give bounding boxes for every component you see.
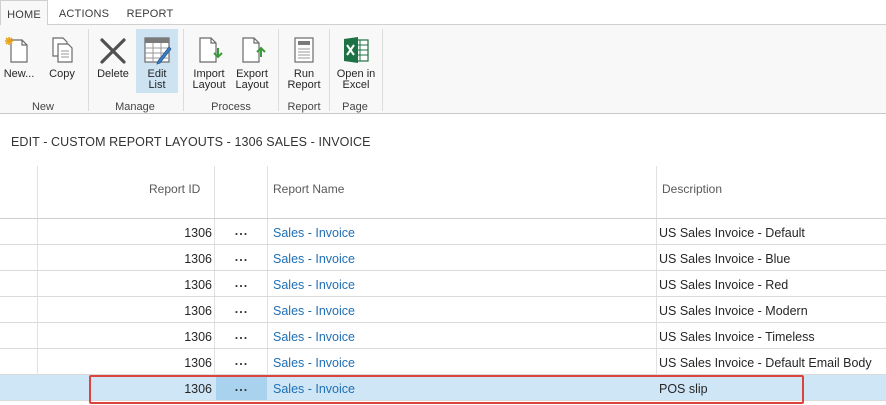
- group-separator: [382, 29, 383, 111]
- table-row[interactable]: 1306... Sales - Invoice US Sales Invoice -…: [0, 219, 886, 245]
- row-actions-ellipsis-icon[interactable]: ...: [216, 349, 267, 374]
- edit-list-button[interactable]: Edit List: [136, 29, 178, 93]
- copy-icon: [52, 37, 73, 63]
- report-id-cell: 1306: [184, 304, 212, 318]
- table-row[interactable]: 1306... Sales - Invoice US Sales Invoice -…: [0, 245, 886, 271]
- export-layout-button[interactable]: Export Layout: [231, 29, 273, 93]
- open-in-excel-label-line2: Excel: [342, 79, 370, 91]
- export-layout-icon: [242, 37, 266, 63]
- copy-button-label: Copy: [49, 68, 75, 80]
- report-name-link[interactable]: Sales - Invoice: [273, 245, 653, 270]
- import-layout-label-line2: Layout: [192, 79, 226, 91]
- new-document-icon: [5, 37, 28, 63]
- group-separator: [183, 29, 184, 111]
- export-layout-label: Export Layout: [231, 69, 273, 91]
- group-separator: [88, 29, 89, 111]
- tab-report[interactable]: REPORT: [120, 0, 180, 24]
- selected-row-highlight: [89, 375, 804, 404]
- description-cell[interactable]: US Sales Invoice - Default: [659, 219, 885, 244]
- import-layout-button[interactable]: Import Layout: [188, 29, 230, 93]
- group-label-report: Report: [287, 101, 321, 113]
- ribbon-tabs: HOME ACTIONS REPORT: [0, 0, 886, 25]
- row-actions-ellipsis-icon[interactable]: ...: [216, 219, 267, 244]
- group-separator: [278, 29, 279, 111]
- edit-list-icon: [144, 37, 172, 65]
- open-in-excel-button[interactable]: Open in Excel: [332, 29, 380, 93]
- report-id-cell: 1306: [184, 252, 212, 266]
- group-label-page: Page: [342, 101, 368, 113]
- report-name-link[interactable]: Sales - Invoice: [273, 271, 653, 296]
- table-row[interactable]: 1306... Sales - Invoice US Sales Invoice -…: [0, 271, 886, 297]
- table-row[interactable]: 1306... Sales - Invoice US Sales Invoice -…: [0, 323, 886, 349]
- delete-button[interactable]: Delete: [92, 29, 134, 93]
- run-report-button[interactable]: Run Report: [282, 29, 326, 93]
- group-label-new: New: [31, 101, 54, 113]
- row-actions-ellipsis-icon[interactable]: ...: [216, 297, 267, 322]
- report-id-cell: 1306: [184, 226, 212, 240]
- description-cell[interactable]: US Sales Invoice - Timeless: [659, 323, 885, 348]
- new-button-label: New...: [3, 68, 35, 80]
- new-button[interactable]: New...: [0, 29, 38, 93]
- edit-list-label-line2: List: [148, 79, 166, 91]
- delete-x-icon: [100, 38, 126, 64]
- group-separator: [329, 29, 330, 111]
- row-actions-ellipsis-icon[interactable]: ...: [216, 245, 267, 270]
- run-report-icon: [294, 37, 314, 63]
- description-cell[interactable]: US Sales Invoice - Modern: [659, 297, 885, 322]
- tab-actions[interactable]: ACTIONS: [52, 0, 116, 24]
- import-layout-icon: [199, 37, 223, 63]
- report-id-cell: 1306: [184, 330, 212, 344]
- open-in-excel-label: Open in Excel: [332, 69, 380, 91]
- table-row[interactable]: 1306... Sales - Invoice US Sales Invoice -…: [0, 297, 886, 323]
- column-header-report-id[interactable]: Report ID: [149, 182, 200, 196]
- delete-button-label: Delete: [97, 68, 129, 80]
- report-name-link[interactable]: Sales - Invoice: [273, 323, 653, 348]
- report-id-cell: 1306: [184, 278, 212, 292]
- export-layout-label-line2: Layout: [235, 79, 269, 91]
- group-label-manage: Manage: [115, 101, 155, 113]
- description-cell[interactable]: US Sales Invoice - Red: [659, 271, 885, 296]
- report-id-cell: 1306: [184, 356, 212, 370]
- excel-icon: [344, 37, 369, 63]
- report-name-link[interactable]: Sales - Invoice: [273, 349, 653, 374]
- description-cell[interactable]: US Sales Invoice - Default Email Body: [659, 349, 885, 374]
- group-label-process: Process: [211, 101, 251, 113]
- row-actions-ellipsis-icon[interactable]: ...: [216, 271, 267, 296]
- column-header-report-name[interactable]: Report Name: [273, 182, 344, 196]
- run-report-label-line2: Report: [287, 79, 321, 91]
- report-name-link[interactable]: Sales - Invoice: [273, 297, 653, 322]
- column-header-description[interactable]: Description: [662, 182, 722, 196]
- row-actions-ellipsis-icon[interactable]: ...: [216, 323, 267, 348]
- table-row[interactable]: 1306... Sales - Invoice US Sales Invoice -…: [0, 349, 886, 375]
- tab-home[interactable]: HOME: [0, 0, 48, 25]
- report-name-link[interactable]: Sales - Invoice: [273, 219, 653, 244]
- import-layout-label: Import Layout: [188, 69, 230, 91]
- description-cell[interactable]: US Sales Invoice - Blue: [659, 245, 885, 270]
- ribbon: New... Copy New Delete Edit List Manage: [0, 24, 886, 114]
- page-title: EDIT - CUSTOM REPORT LAYOUTS - 1306 SALE…: [11, 135, 371, 149]
- edit-list-button-label: Edit List: [136, 69, 178, 91]
- copy-button[interactable]: Copy: [42, 29, 82, 93]
- run-report-label: Run Report: [282, 69, 326, 91]
